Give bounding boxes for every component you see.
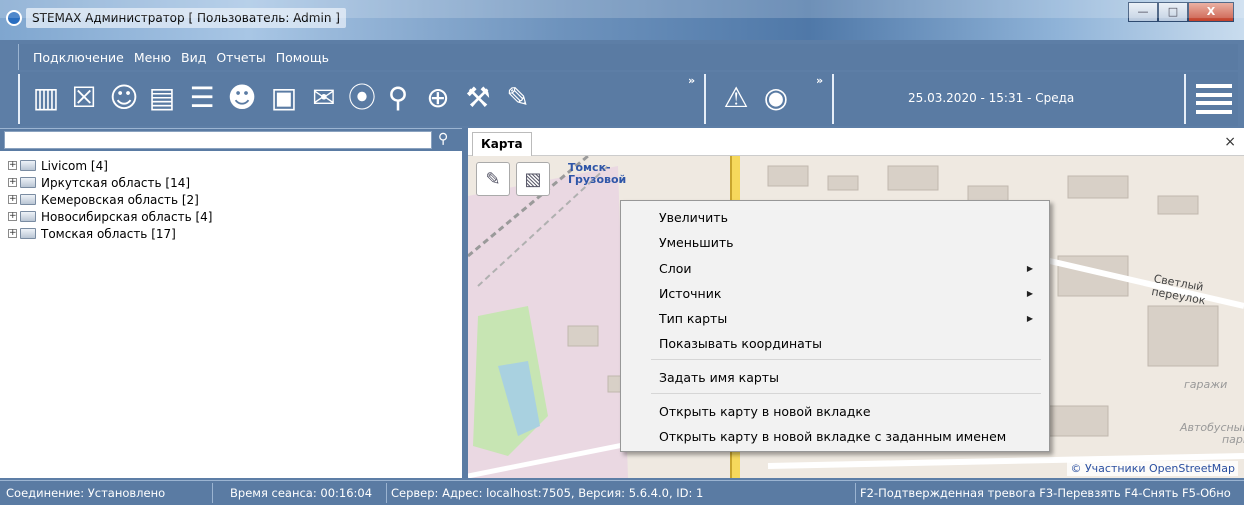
- menu-separator: [651, 359, 1041, 360]
- search-icon[interactable]: ⚲: [382, 82, 414, 114]
- menu-item-zoom-out[interactable]: Уменьшить: [659, 235, 734, 250]
- folder-icon: [20, 160, 36, 171]
- tab-map[interactable]: Карта: [472, 132, 532, 156]
- menu-item-layers[interactable]: Слои: [659, 261, 692, 276]
- toolbar: ▥ ☒ ☺ ▤ ☰ ☻ ▣ ✉ ⦿ ⚲ ⊕ ⚒ ✎ » ⚠ ◉ » 25.03.…: [18, 72, 1238, 126]
- expand-icon[interactable]: +: [8, 195, 17, 204]
- tree-item-label: Новосибирская область [4]: [41, 209, 213, 224]
- status-connection: Соединение: Установлено: [6, 486, 166, 500]
- minimize-button[interactable]: —: [1128, 2, 1158, 22]
- menu-separator: [651, 393, 1041, 394]
- app-logo-icon: [6, 10, 22, 26]
- tree-search-input[interactable]: [4, 131, 432, 149]
- zoom-icon[interactable]: ⊕: [422, 82, 454, 114]
- edit-icon[interactable]: ✎: [502, 82, 534, 114]
- documents-icon[interactable]: ▤: [146, 82, 178, 114]
- app-window: STEMAX Администратор [ Пользователь: Adm…: [0, 0, 1244, 505]
- toolbar-separator: [1184, 74, 1186, 124]
- tree-item-label: Кемеровская область [2]: [41, 192, 199, 207]
- menu-view[interactable]: Вид: [181, 50, 206, 65]
- layers-tool-icon[interactable]: ▧: [516, 162, 550, 196]
- menu-item-map-type[interactable]: Тип карты: [659, 311, 727, 326]
- menu-item-show-coordinates[interactable]: Показывать координаты: [659, 336, 822, 351]
- wrench-icon[interactable]: ⚒: [462, 82, 494, 114]
- ruler-tool-icon[interactable]: ✎: [476, 162, 510, 196]
- tab-strip: Карта ×: [468, 128, 1244, 156]
- close-button[interactable]: X: [1188, 2, 1234, 22]
- status-divider: [212, 483, 213, 503]
- radio-icon[interactable]: ⦿: [346, 82, 378, 114]
- status-divider: [855, 483, 856, 503]
- map-label-bus-park: Автобусный парк: [1180, 421, 1244, 446]
- window-controls: — □ X: [1128, 2, 1234, 22]
- submenu-arrow-icon: ▶: [1026, 314, 1033, 323]
- folder-icon: [20, 211, 36, 222]
- folder-icon: [20, 228, 36, 239]
- tree-item[interactable]: + Кемеровская область [2]: [8, 191, 212, 208]
- expand-icon[interactable]: +: [8, 161, 17, 170]
- datetime-display: 25.03.2020 - 15:31 - Среда: [908, 91, 1075, 105]
- hamburger-menu-icon[interactable]: [1196, 84, 1232, 114]
- tree-item[interactable]: + Новосибирская область [4]: [8, 208, 212, 225]
- menu-item-open-new-tab[interactable]: Открыть карту в новой вкладке: [659, 404, 871, 419]
- map-label-garages: гаражи: [1184, 378, 1228, 391]
- map-attribution[interactable]: © Участники OpenStreetMap: [1067, 461, 1238, 476]
- maximize-button[interactable]: □: [1158, 2, 1188, 22]
- expand-icon[interactable]: +: [8, 212, 17, 221]
- menu-reports[interactable]: Отчеты: [216, 50, 265, 65]
- users-icon[interactable]: ☺: [108, 82, 140, 114]
- menu-help[interactable]: Помощь: [276, 50, 329, 65]
- expand-icon[interactable]: +: [8, 229, 17, 238]
- tree-item[interactable]: + Иркутская область [14]: [8, 174, 212, 191]
- toolbar-separator: [832, 74, 834, 124]
- object-tree-panel: ⚲ + Livicom [4] + Иркутская область [14] +…: [0, 128, 462, 478]
- expand-icon[interactable]: +: [8, 178, 17, 187]
- warning-icon[interactable]: ⚠: [720, 82, 752, 114]
- map-label-station: Томск- Грузовой: [568, 161, 627, 186]
- tree-search-row: ⚲: [0, 129, 462, 151]
- folder-icon: [20, 194, 36, 205]
- tree-item[interactable]: + Томская область [17]: [8, 225, 212, 242]
- menu-menu[interactable]: Меню: [134, 50, 171, 65]
- submenu-arrow-icon: ▶: [1026, 289, 1033, 298]
- user-icon[interactable]: ☻: [226, 82, 258, 114]
- disconnect-x-icon[interactable]: ☒: [68, 82, 100, 114]
- menu-connection[interactable]: Подключение: [33, 50, 124, 65]
- disconnect-icon[interactable]: ▥: [30, 82, 62, 114]
- tree-search-icon[interactable]: ⚲: [438, 131, 448, 147]
- menu-item-open-new-tab-named[interactable]: Открыть карту в новой вкладке с заданным…: [659, 429, 1006, 444]
- status-hotkeys: F2-Подтвержденная тревога F3-Перевзять F…: [860, 486, 1231, 500]
- tree-item-label: Иркутская область [14]: [41, 175, 191, 190]
- folder-icon: [20, 177, 36, 188]
- map-context-menu: Увеличить Уменьшить Слои ▶ Источник ▶ Ти…: [620, 200, 1050, 452]
- menu-item-source[interactable]: Источник: [659, 286, 721, 301]
- menu-item-zoom-in[interactable]: Увеличить: [659, 210, 728, 225]
- window-title: STEMAX Администратор [ Пользователь: Adm…: [26, 8, 346, 28]
- tab-close-icon[interactable]: ×: [1224, 134, 1236, 150]
- list-icon[interactable]: ☰: [186, 82, 218, 114]
- title-bar: STEMAX Администратор [ Пользователь: Adm…: [0, 0, 1244, 40]
- status-divider: [386, 483, 387, 503]
- user-card-icon[interactable]: ▣: [268, 82, 300, 114]
- alerts-more-icon[interactable]: »: [816, 74, 823, 87]
- submenu-arrow-icon: ▶: [1026, 264, 1033, 273]
- tree-item[interactable]: + Livicom [4]: [8, 157, 212, 174]
- menu-item-set-map-name[interactable]: Задать имя карты: [659, 370, 779, 385]
- status-bar: Соединение: Установлено Время сеанса: 00…: [0, 480, 1244, 505]
- toolbar-separator: [18, 74, 20, 124]
- fire-icon[interactable]: ◉: [760, 82, 792, 114]
- status-server: Сервер: Адрес: localhost:7505, Версия: 5…: [391, 486, 704, 500]
- check-mail-icon[interactable]: ✉: [308, 82, 340, 114]
- status-session-time: Время сеанса: 00:16:04: [230, 486, 373, 500]
- tree-item-label: Livicom [4]: [41, 158, 108, 173]
- menu-bar: Подключение Меню Вид Отчеты Помощь: [18, 44, 1238, 70]
- toolbar-separator: [704, 74, 706, 124]
- tree-item-label: Томская область [17]: [41, 226, 176, 241]
- toolbar-more-icon[interactable]: »: [688, 74, 695, 87]
- object-tree: + Livicom [4] + Иркутская область [14] + Ке…: [8, 157, 212, 242]
